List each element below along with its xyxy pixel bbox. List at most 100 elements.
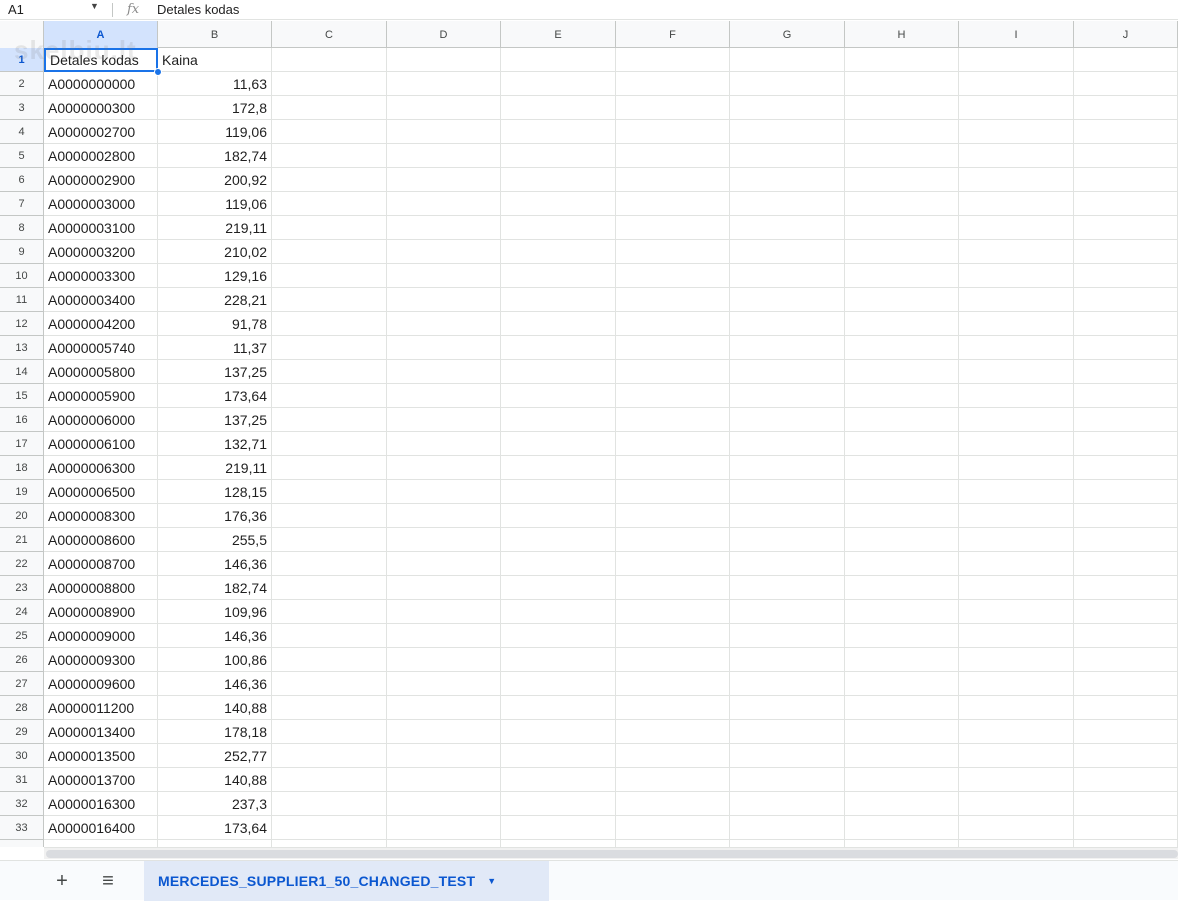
empty-cell[interactable]: [730, 480, 845, 504]
empty-cell[interactable]: [730, 264, 845, 288]
empty-cell[interactable]: [272, 240, 387, 264]
cell-a[interactable]: A0000016300: [44, 792, 158, 816]
empty-cell[interactable]: [845, 648, 959, 672]
cell-b[interactable]: 237,3: [158, 792, 272, 816]
empty-cell[interactable]: [616, 336, 730, 360]
empty-cell[interactable]: [845, 456, 959, 480]
empty-cell[interactable]: [1074, 288, 1178, 312]
empty-cell[interactable]: [730, 432, 845, 456]
empty-cell[interactable]: [387, 144, 501, 168]
empty-cell[interactable]: [501, 216, 616, 240]
empty-cell[interactable]: [616, 240, 730, 264]
empty-cell[interactable]: [501, 360, 616, 384]
empty-cell[interactable]: [501, 480, 616, 504]
empty-cell[interactable]: [959, 768, 1074, 792]
empty-cell[interactable]: [272, 264, 387, 288]
empty-cell[interactable]: [959, 120, 1074, 144]
empty-cell[interactable]: [959, 384, 1074, 408]
empty-cell[interactable]: [730, 312, 845, 336]
empty-cell[interactable]: [845, 696, 959, 720]
empty-cell[interactable]: [1074, 192, 1178, 216]
cell-a[interactable]: A0000008900: [44, 600, 158, 624]
empty-cell[interactable]: [616, 312, 730, 336]
cell-b[interactable]: 129,16: [158, 264, 272, 288]
cell-b[interactable]: 255,5: [158, 528, 272, 552]
cell-b[interactable]: 128,15: [158, 480, 272, 504]
row-header[interactable]: 15: [0, 384, 44, 408]
empty-cell[interactable]: [1074, 576, 1178, 600]
empty-cell[interactable]: [272, 384, 387, 408]
empty-cell[interactable]: [387, 432, 501, 456]
empty-cell[interactable]: [959, 408, 1074, 432]
empty-cell[interactable]: [845, 240, 959, 264]
empty-cell[interactable]: [272, 576, 387, 600]
empty-cell[interactable]: [272, 768, 387, 792]
empty-cell[interactable]: [501, 456, 616, 480]
empty-cell[interactable]: [272, 624, 387, 648]
row-header[interactable]: 20: [0, 504, 44, 528]
empty-cell[interactable]: [1074, 312, 1178, 336]
empty-cell[interactable]: [1074, 48, 1178, 72]
row-header[interactable]: 32: [0, 792, 44, 816]
empty-cell[interactable]: [616, 360, 730, 384]
horizontal-scrollbar[interactable]: [44, 847, 1178, 859]
cell-b[interactable]: 91,78: [158, 312, 272, 336]
empty-cell[interactable]: [387, 408, 501, 432]
empty-cell[interactable]: [845, 816, 959, 840]
empty-cell[interactable]: [845, 312, 959, 336]
empty-cell[interactable]: [387, 336, 501, 360]
empty-cell[interactable]: [730, 144, 845, 168]
row-header[interactable]: 6: [0, 168, 44, 192]
empty-cell[interactable]: [616, 480, 730, 504]
empty-cell[interactable]: [845, 120, 959, 144]
cell-b[interactable]: 137,25: [158, 360, 272, 384]
cell-a[interactable]: A0000013500: [44, 744, 158, 768]
empty-cell[interactable]: [730, 360, 845, 384]
empty-cell[interactable]: [730, 504, 845, 528]
column-header-e[interactable]: E: [501, 21, 616, 48]
empty-cell[interactable]: [959, 456, 1074, 480]
empty-cell[interactable]: [616, 384, 730, 408]
cell-a[interactable]: A0000008800: [44, 576, 158, 600]
empty-cell[interactable]: [501, 120, 616, 144]
empty-cell[interactable]: [616, 696, 730, 720]
cell-b[interactable]: 82,67: [158, 840, 272, 847]
cell-a[interactable]: A0000005800: [44, 360, 158, 384]
cell-b[interactable]: 109,96: [158, 600, 272, 624]
empty-cell[interactable]: [845, 432, 959, 456]
empty-cell[interactable]: [1074, 768, 1178, 792]
empty-cell[interactable]: [501, 288, 616, 312]
empty-cell[interactable]: [730, 384, 845, 408]
empty-cell[interactable]: [387, 312, 501, 336]
row-header[interactable]: 5: [0, 144, 44, 168]
cell-a[interactable]: A0000002700: [44, 120, 158, 144]
empty-cell[interactable]: [1074, 408, 1178, 432]
empty-cell[interactable]: [959, 792, 1074, 816]
empty-cell[interactable]: [387, 288, 501, 312]
empty-cell[interactable]: [1074, 96, 1178, 120]
cell-a[interactable]: A0000005740: [44, 336, 158, 360]
cell-a[interactable]: A0000003400: [44, 288, 158, 312]
empty-cell[interactable]: [1074, 624, 1178, 648]
empty-cell[interactable]: [272, 672, 387, 696]
empty-cell[interactable]: [959, 816, 1074, 840]
empty-cell[interactable]: [616, 456, 730, 480]
empty-cell[interactable]: [387, 696, 501, 720]
empty-cell[interactable]: [959, 168, 1074, 192]
empty-cell[interactable]: [272, 336, 387, 360]
empty-cell[interactable]: [959, 240, 1074, 264]
empty-cell[interactable]: [730, 768, 845, 792]
empty-cell[interactable]: [730, 288, 845, 312]
cell-a[interactable]: A0000002900: [44, 168, 158, 192]
empty-cell[interactable]: [959, 576, 1074, 600]
empty-cell[interactable]: [730, 96, 845, 120]
empty-cell[interactable]: [501, 264, 616, 288]
empty-cell[interactable]: [616, 744, 730, 768]
empty-cell[interactable]: [272, 408, 387, 432]
empty-cell[interactable]: [1074, 816, 1178, 840]
empty-cell[interactable]: [1074, 480, 1178, 504]
empty-cell[interactable]: [730, 672, 845, 696]
cell-a[interactable]: A0000008300: [44, 504, 158, 528]
empty-cell[interactable]: [845, 552, 959, 576]
row-header[interactable]: 10: [0, 264, 44, 288]
